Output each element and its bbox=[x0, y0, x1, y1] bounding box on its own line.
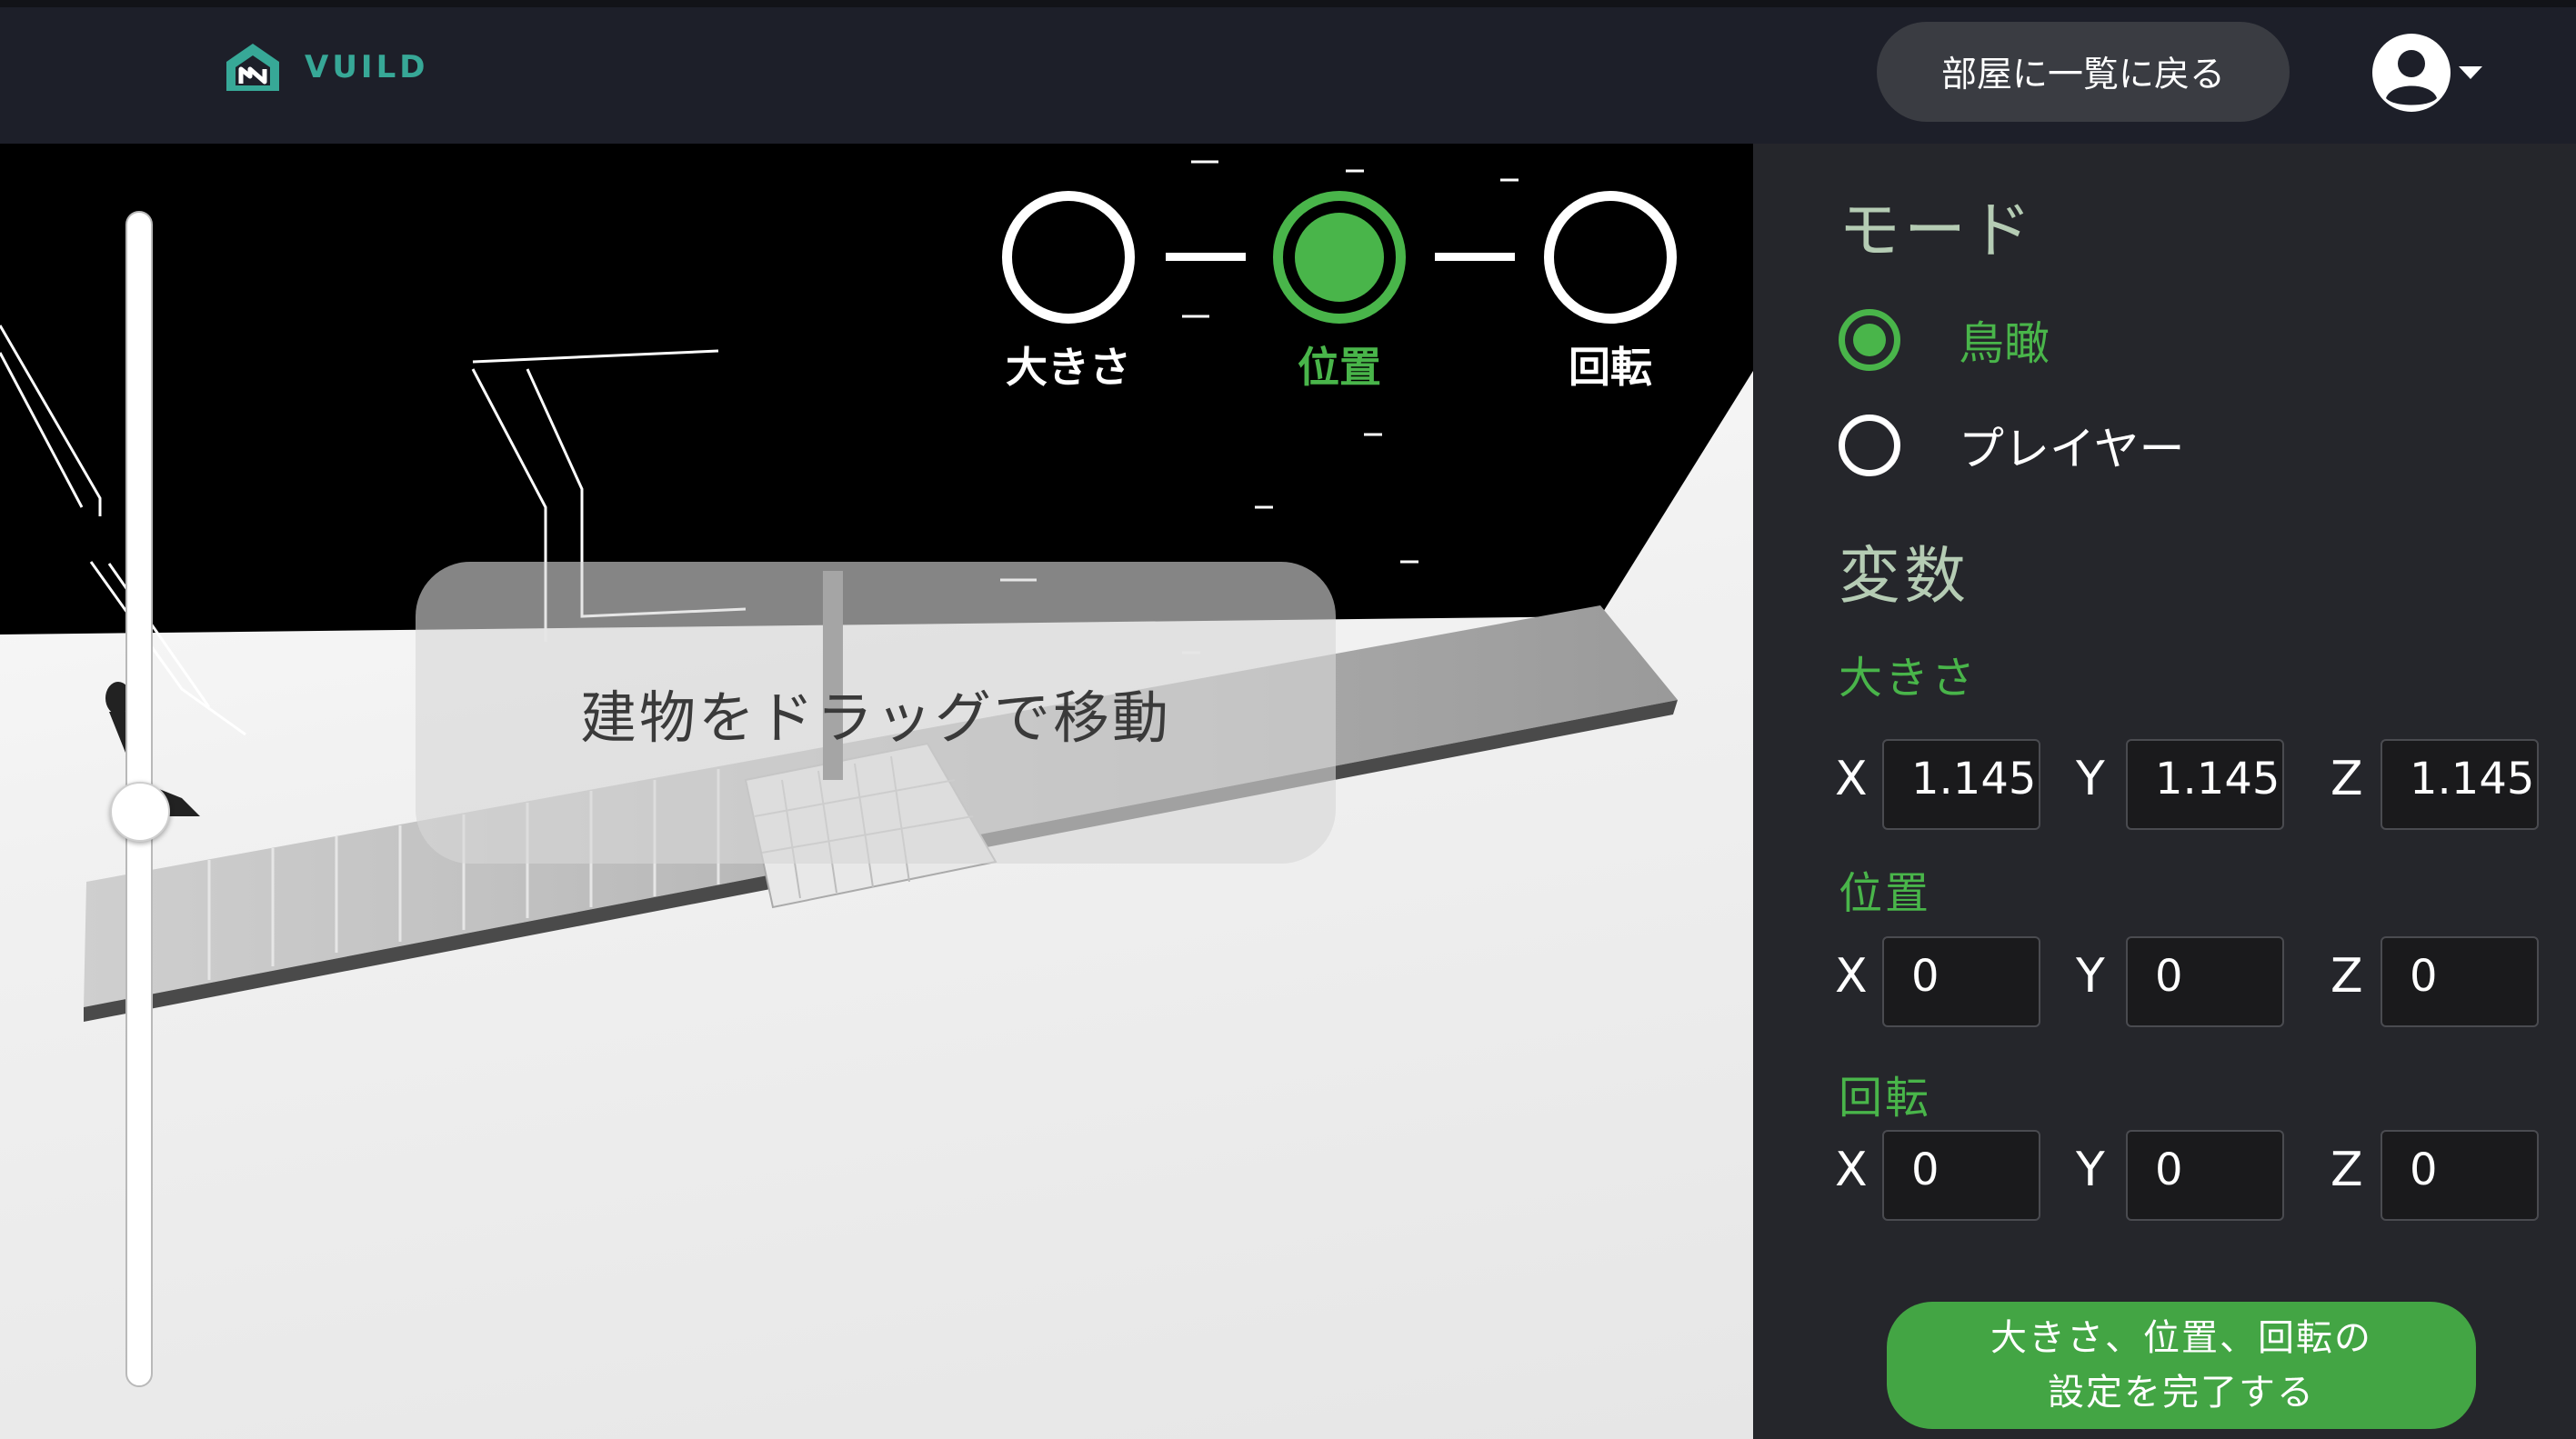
axis-y-label: Y bbox=[2076, 949, 2105, 1004]
step-size[interactable]: 大きさ bbox=[1000, 191, 1137, 395]
back-to-rooms-button[interactable]: 部屋に一覧に戻る bbox=[1877, 22, 2290, 122]
app-header: VUILD 部屋に一覧に戻る bbox=[0, 0, 2576, 144]
vuild-logo[interactable]: VUILD bbox=[223, 42, 428, 93]
complete-settings-line1: 大きさ、位置、回転の bbox=[1990, 1317, 2372, 1359]
house-logo-icon bbox=[226, 44, 279, 91]
rotation-x-input[interactable]: 0 bbox=[1882, 1130, 2040, 1221]
size-y-input[interactable]: 1.1453 bbox=[2126, 739, 2284, 830]
size-z-input[interactable]: 1.1453 bbox=[2381, 739, 2539, 830]
rotation-y-input[interactable]: 0 bbox=[2126, 1130, 2284, 1221]
caret-down-icon[interactable] bbox=[2457, 64, 2484, 82]
axis-z-label: Z bbox=[2330, 752, 2363, 806]
step-size-indicator bbox=[1002, 191, 1135, 324]
complete-settings-line2: 設定を完了する bbox=[2048, 1372, 2315, 1414]
axis-y-label: Y bbox=[2076, 752, 2105, 806]
position-label: 位置 bbox=[1839, 868, 1932, 919]
drag-hint-toast: 建物をドラッグで移動 bbox=[416, 562, 1336, 864]
radio-birdseye[interactable] bbox=[1839, 309, 1900, 371]
position-y-input[interactable]: 0 bbox=[2126, 936, 2284, 1027]
step-rotation[interactable]: 回転 bbox=[1542, 191, 1679, 395]
position-inputs: X 0 Y 0 Z 0 bbox=[1835, 936, 2553, 1029]
rotation-inputs: X 0 Y 0 Z 0 bbox=[1835, 1130, 2553, 1223]
step-rotation-indicator bbox=[1544, 191, 1677, 324]
size-x-input[interactable]: 1.1453 bbox=[1882, 739, 2040, 830]
user-menu[interactable] bbox=[2371, 33, 2484, 113]
step-size-label: 大きさ bbox=[1006, 343, 1131, 392]
step-connector bbox=[1435, 253, 1515, 261]
radio-birdseye-label: 鳥瞰 bbox=[1959, 317, 2050, 370]
rotation-label: 回転 bbox=[1839, 1073, 1932, 1124]
3d-viewport[interactable]: 大きさ 位置 回転 建物をドラッグで移動 bbox=[0, 144, 1753, 1439]
size-inputs: X 1.1453 Y 1.1453 Z 1.1453 bbox=[1835, 739, 2553, 832]
axis-z-label: Z bbox=[2330, 949, 2363, 1004]
step-position-indicator bbox=[1273, 191, 1406, 324]
position-z-input[interactable]: 0 bbox=[2381, 936, 2539, 1027]
step-position-label: 位置 bbox=[1298, 343, 1381, 392]
size-label: 大きさ bbox=[1839, 653, 1979, 704]
axis-z-label: Z bbox=[2330, 1143, 2363, 1197]
progress-stepper: 大きさ 位置 回転 bbox=[1000, 191, 1691, 400]
settings-panel: モード 鳥瞰 プレイヤー 変数 大きさ X 1.1453 Y 1.1453 Z … bbox=[1753, 144, 2576, 1439]
variables-title: 変数 bbox=[1839, 541, 1970, 613]
radio-player[interactable] bbox=[1839, 415, 1900, 476]
zoom-slider-track[interactable] bbox=[110, 211, 170, 1387]
complete-settings-button[interactable]: 大きさ、位置、回転の 設定を完了する bbox=[1887, 1302, 2476, 1429]
step-connector bbox=[1166, 253, 1246, 261]
position-x-input[interactable]: 0 bbox=[1882, 936, 2040, 1027]
mode-option-birdseye[interactable]: 鳥瞰 bbox=[1839, 307, 2050, 373]
user-circle-icon[interactable] bbox=[2371, 33, 2451, 113]
radio-player-label: プレイヤー bbox=[1959, 423, 2185, 475]
brand-name: VUILD bbox=[305, 49, 429, 85]
mode-title: モード bbox=[1839, 195, 2036, 267]
axis-x-label: X bbox=[1835, 752, 1868, 806]
step-rotation-label: 回転 bbox=[1569, 343, 1652, 392]
axis-x-label: X bbox=[1835, 949, 1868, 1004]
rotation-z-input[interactable]: 0 bbox=[2381, 1130, 2539, 1221]
axis-y-label: Y bbox=[2076, 1143, 2105, 1197]
zoom-slider-handle[interactable] bbox=[110, 782, 170, 843]
axis-x-label: X bbox=[1835, 1143, 1868, 1197]
step-position[interactable]: 位置 bbox=[1271, 191, 1408, 395]
mode-option-player[interactable]: プレイヤー bbox=[1839, 413, 2185, 478]
